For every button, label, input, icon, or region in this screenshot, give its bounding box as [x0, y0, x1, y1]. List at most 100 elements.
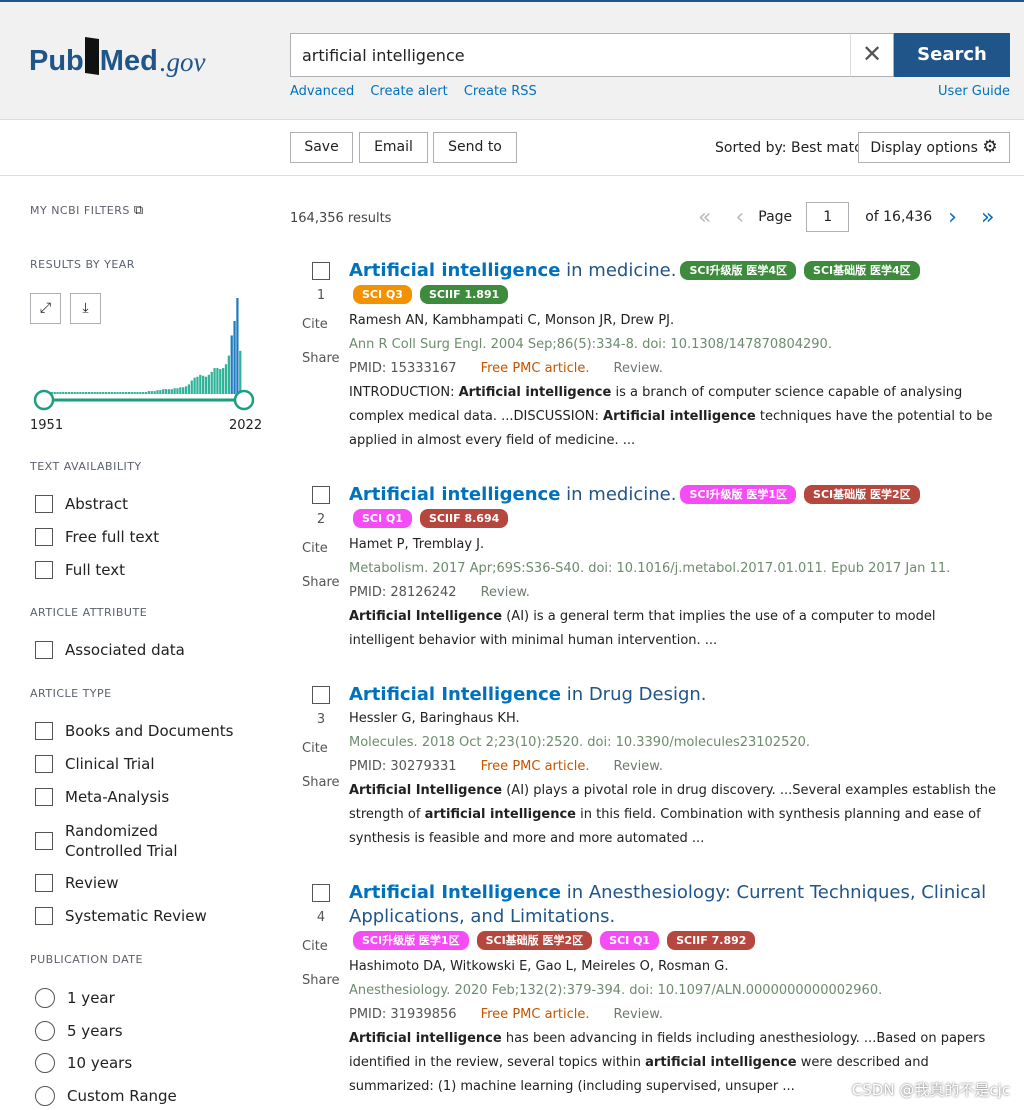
filter-meta-analysis[interactable]: Meta-Analysis [35, 788, 169, 806]
journal-badge: SCI基础版 医学4区 [804, 261, 920, 280]
filter-randomized-controlled-trial[interactable]: Randomized Controlled Trial [35, 821, 235, 861]
email-button[interactable]: Email [359, 132, 428, 163]
snippet-highlight: Artificial intelligence [458, 385, 612, 400]
external-link-icon: ⧉ [133, 203, 144, 218]
result-body: Artificial Intelligence in Anesthesiolog… [349, 881, 1004, 1099]
checkbox[interactable] [35, 495, 53, 513]
sort-label[interactable]: Sorted by: Best match [715, 140, 871, 156]
year-start-handle[interactable] [33, 389, 55, 411]
create-rss-link[interactable]: Create RSS [464, 84, 537, 99]
cite-button[interactable]: Cite [302, 939, 328, 954]
histogram-bar [79, 392, 82, 394]
page-total: of 16,436 [865, 209, 933, 225]
result-pmid: PMID: 28126242 [349, 585, 457, 600]
filter-label: Systematic Review [65, 907, 207, 925]
result-title-link[interactable]: Artificial Intelligence in Anesthesiolog… [349, 881, 1004, 929]
result-checkbox[interactable] [312, 486, 330, 504]
checkbox[interactable] [35, 641, 53, 659]
histogram-bar [70, 392, 73, 394]
result-citation: Anesthesiology. 2020 Feb;132(2):379-394.… [349, 983, 883, 998]
cite-button[interactable]: Cite [302, 317, 328, 332]
result-number: 4 [316, 910, 326, 925]
text-availability-heading: TEXT AVAILABILITY [30, 460, 142, 473]
free-pmc-label: Free PMC article. [480, 759, 590, 774]
year-end-handle[interactable] [233, 389, 255, 411]
create-alert-link[interactable]: Create alert [370, 84, 447, 99]
radio[interactable] [35, 1086, 55, 1106]
date-custom-range[interactable]: Custom Range [35, 1086, 177, 1106]
results-by-year-heading: RESULTS BY YEAR [30, 258, 135, 271]
checkbox[interactable] [35, 528, 53, 546]
radio[interactable] [35, 988, 55, 1008]
checkbox[interactable] [35, 788, 53, 806]
search-input[interactable]: artificial intelligence [290, 33, 894, 77]
share-button[interactable]: Share [302, 973, 340, 988]
my-ncbi-filters-label: MY NCBI FILTERS [30, 204, 130, 217]
filter-full-text[interactable]: Full text [35, 561, 125, 579]
logo-text-gov: .gov [159, 47, 206, 77]
search-links: Advanced Create alert Create RSS [290, 84, 549, 99]
histogram-bar [219, 369, 222, 394]
radio[interactable] [35, 1021, 55, 1041]
user-guide-link[interactable]: User Guide [938, 84, 1010, 99]
histogram-bar [59, 392, 62, 394]
display-options-label: Display options [870, 140, 978, 156]
filter-abstract[interactable]: Abstract [35, 495, 128, 513]
filter-label: Free full text [65, 528, 160, 546]
histogram-bar [184, 386, 188, 394]
pagination: « ‹ Page 1 of 16,436 › » [698, 202, 994, 232]
filter-systematic-review[interactable]: Systematic Review [35, 907, 207, 925]
last-page-icon[interactable]: » [981, 205, 994, 230]
first-page-icon[interactable]: « [698, 205, 711, 230]
filter-books-and-documents[interactable]: Books and Documents [35, 722, 233, 740]
share-button[interactable]: Share [302, 351, 340, 366]
result-number: 1 [316, 288, 326, 303]
clear-search-icon[interactable]: ✕ [850, 33, 894, 77]
filter-review[interactable]: Review [35, 874, 119, 892]
share-button[interactable]: Share [302, 775, 340, 790]
next-page-icon[interactable]: › [948, 205, 957, 230]
filter-free-full-text[interactable]: Free full text [35, 528, 159, 546]
result-checkbox[interactable] [312, 262, 330, 280]
checkbox[interactable] [35, 561, 53, 579]
date-label: 5 years [67, 1022, 123, 1040]
checkbox[interactable] [35, 907, 53, 925]
date-label: 10 years [67, 1054, 133, 1072]
result-title-link[interactable]: Artificial intelligence in medicine. SCI升… [349, 483, 1004, 507]
logo-text-pub: Pub [29, 45, 84, 77]
advanced-link[interactable]: Advanced [290, 84, 354, 99]
histogram-bar [167, 389, 171, 394]
cite-button[interactable]: Cite [302, 741, 328, 756]
share-button[interactable]: Share [302, 575, 340, 590]
filter-associated-data[interactable]: Associated data [35, 641, 185, 659]
checkbox[interactable] [35, 832, 53, 850]
result-checkbox[interactable] [312, 884, 330, 902]
checkbox[interactable] [35, 755, 53, 773]
page-number-input[interactable]: 1 [806, 202, 850, 232]
header: Pub Med .gov artificial intelligence ✕ Sea… [0, 0, 1024, 120]
save-button[interactable]: Save [290, 132, 353, 163]
result-title-link[interactable]: Artificial Intelligence in Drug Design. [349, 683, 1004, 707]
checkbox[interactable] [35, 722, 53, 740]
previous-page-icon[interactable]: ‹ [735, 205, 744, 230]
filter-clinical-trial[interactable]: Clinical Trial [35, 755, 155, 773]
display-options-button[interactable]: Display options ⚙ [858, 132, 1010, 163]
date-10-years[interactable]: 10 years [35, 1053, 132, 1073]
result-checkbox[interactable] [312, 686, 330, 704]
filter-label: Associated data [65, 641, 185, 659]
send-to-button[interactable]: Send to [433, 132, 517, 163]
result-body: Artificial intelligence in medicine. SCI升… [349, 483, 1004, 653]
year-histogram[interactable] [30, 286, 270, 421]
histogram-bar [153, 391, 156, 394]
my-ncbi-filters-link[interactable]: MY NCBI FILTERS ⧉ [30, 203, 144, 218]
result-title-link[interactable]: Artificial intelligence in medicine. SCI升… [349, 259, 1004, 283]
date-5-years[interactable]: 5 years [35, 1021, 123, 1041]
radio[interactable] [35, 1053, 55, 1073]
cite-button[interactable]: Cite [302, 541, 328, 556]
date-1-year[interactable]: 1 year [35, 988, 115, 1008]
checkbox[interactable] [35, 874, 53, 892]
pubmed-logo[interactable]: Pub Med .gov [29, 28, 206, 78]
filter-label: Review [65, 874, 119, 892]
search-button[interactable]: Search [894, 33, 1010, 77]
result-authors: Hashimoto DA, Witkowski E, Gao L, Meirel… [349, 959, 729, 974]
